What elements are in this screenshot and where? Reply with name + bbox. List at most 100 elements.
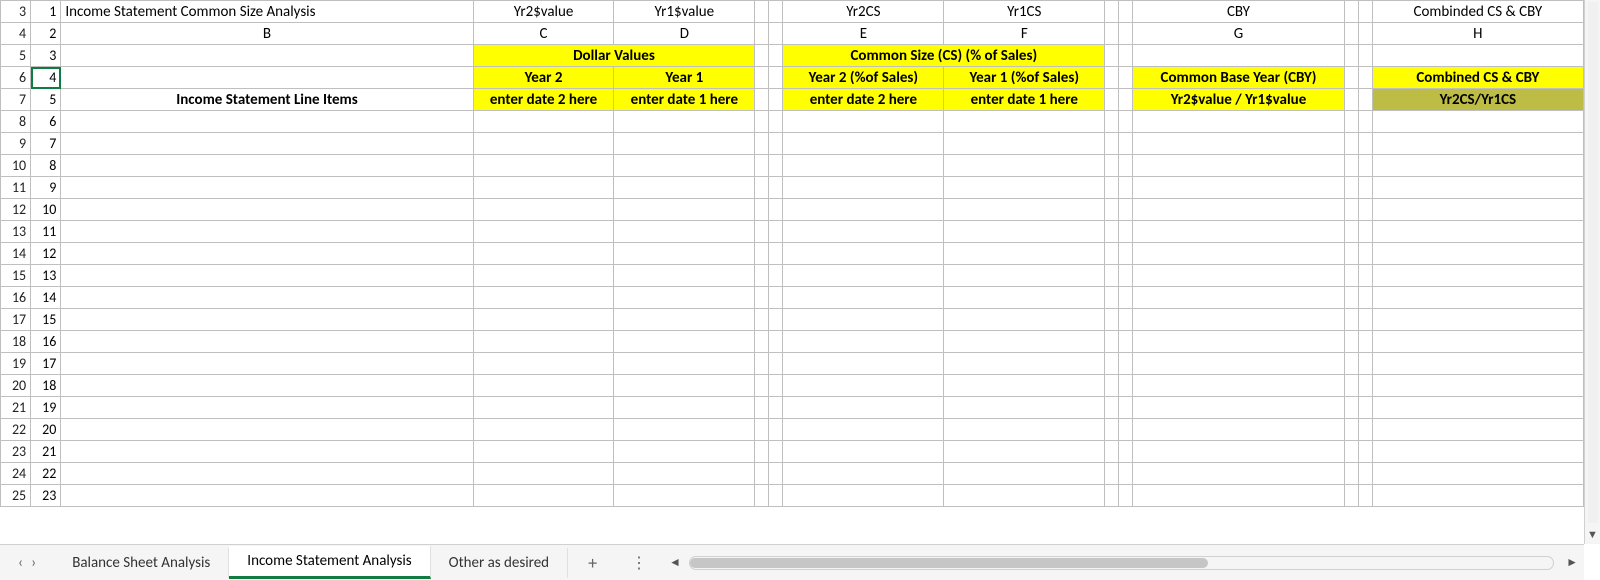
cell-gap6-3[interactable] [1358,1,1372,23]
row-header-6[interactable]: 6 [1,67,31,89]
vscroll-down-icon[interactable]: ▼ [1587,525,1598,544]
cell-gap2-4[interactable] [769,23,783,45]
cell-A5[interactable]: 3 [31,45,61,67]
cell-B7[interactable]: Income Statement Line Items [61,89,473,111]
cell-D6[interactable]: Year 1 [614,67,755,89]
tab-balance-sheet-analysis[interactable]: Balance Sheet Analysis [54,548,229,578]
cell-A23[interactable]: 21 [31,441,61,463]
row-header-5[interactable]: 5 [1,45,31,67]
cell-A20[interactable]: 18 [31,375,61,397]
row-header-8[interactable]: 8 [1,111,31,133]
cell-A9[interactable]: 7 [31,133,61,155]
cell-A15[interactable]: 13 [31,265,61,287]
cell-gap3-5[interactable] [1105,45,1119,67]
row-header-15[interactable]: 15 [1,265,31,287]
sheet-nav-next-icon[interactable]: › [31,554,36,572]
cell-F4[interactable]: F [944,23,1105,45]
row-header-12[interactable]: 12 [1,199,31,221]
cell-A14[interactable]: 12 [31,243,61,265]
cell-A17[interactable]: 15 [31,309,61,331]
cell-C7[interactable]: enter date 2 here [473,89,614,111]
cell-gap2-5[interactable] [769,45,783,67]
cell-gap4-4[interactable] [1119,23,1133,45]
cell-gap1-6[interactable] [755,67,769,89]
cell-gap6-5[interactable] [1358,45,1372,67]
cell-G5[interactable] [1133,45,1344,67]
horizontal-scrollbar[interactable] [689,556,1554,570]
cell-A4[interactable]: 2 [31,23,61,45]
row-header-3[interactable]: 3 [1,1,31,23]
cell-B8[interactable] [61,111,473,133]
cell-gap4-7[interactable] [1119,89,1133,111]
cell-A11[interactable]: 9 [31,177,61,199]
cell-gap4-3[interactable] [1119,1,1133,23]
cell-A7[interactable]: 5 [31,89,61,111]
row-header-24[interactable]: 24 [1,463,31,485]
cell-E8[interactable] [783,111,944,133]
cell-C4[interactable]: C [473,23,614,45]
row-header-11[interactable]: 11 [1,177,31,199]
cell-gap1-5[interactable] [755,45,769,67]
cell-H6[interactable]: Combined CS & CBY [1372,67,1583,89]
vertical-scrollbar[interactable]: ▼ [1584,0,1600,544]
cell-gap4-5[interactable] [1119,45,1133,67]
row-header-18[interactable]: 18 [1,331,31,353]
cell-E7[interactable]: enter date 2 here [783,89,944,111]
cell-gap2-6[interactable] [769,67,783,89]
cell-A18[interactable]: 16 [31,331,61,353]
cell-G4[interactable]: G [1133,23,1344,45]
cell-A16[interactable]: 14 [31,287,61,309]
cell-A12[interactable]: 10 [31,199,61,221]
spreadsheet-grid[interactable]: 3 1 Income Statement Common Size Analysi… [0,0,1584,544]
row-header-10[interactable]: 10 [1,155,31,177]
row-header-19[interactable]: 19 [1,353,31,375]
cell-H3[interactable]: Combinded CS & CBY [1372,1,1583,23]
cell-G6[interactable]: Common Base Year (CBY) [1133,67,1344,89]
cell-gap5-3[interactable] [1344,1,1358,23]
cell-gap1-7[interactable] [755,89,769,111]
row-header-21[interactable]: 21 [1,397,31,419]
row-header-25[interactable]: 25 [1,485,31,507]
vscroll-track[interactable] [1588,2,1598,523]
cell-A22[interactable]: 20 [31,419,61,441]
cell-CD5-merged[interactable]: Dollar Values [473,45,755,67]
cell-gap5-4[interactable] [1344,23,1358,45]
hscroll-left-icon[interactable]: ◄ [663,555,687,570]
cell-E6[interactable]: Year 2 (%of Sales) [783,67,944,89]
cell-D8[interactable] [614,111,755,133]
cell-A10[interactable]: 8 [31,155,61,177]
cell-D3[interactable]: Yr1$value [614,1,755,23]
cell-H5[interactable] [1372,45,1583,67]
row-header-13[interactable]: 13 [1,221,31,243]
cell-gap6-6[interactable] [1358,67,1372,89]
cell-EF5-merged[interactable]: Common Size (CS) (% of Sales) [783,45,1105,67]
row-header-22[interactable]: 22 [1,419,31,441]
row-header-9[interactable]: 9 [1,133,31,155]
cell-gap1-3[interactable] [755,1,769,23]
cell-C6[interactable]: Year 2 [473,67,614,89]
cell-F8[interactable] [944,111,1105,133]
row-header-20[interactable]: 20 [1,375,31,397]
cell-gap6-4[interactable] [1358,23,1372,45]
cell-gap1-4[interactable] [755,23,769,45]
cell-A8[interactable]: 6 [31,111,61,133]
cell-gap2-7[interactable] [769,89,783,111]
row-header-14[interactable]: 14 [1,243,31,265]
cell-G3[interactable]: CBY [1133,1,1344,23]
cell-B3[interactable]: Income Statement Common Size Analysis [61,1,473,23]
cell-F3[interactable]: Yr1CS [944,1,1105,23]
cell-gap5-6[interactable] [1344,67,1358,89]
cell-D7[interactable]: enter date 1 here [614,89,755,111]
cell-A13[interactable]: 11 [31,221,61,243]
row-header-7[interactable]: 7 [1,89,31,111]
row-header-17[interactable]: 17 [1,309,31,331]
cell-gap3-4[interactable] [1105,23,1119,45]
row-header-4[interactable]: 4 [1,23,31,45]
cell-B4[interactable]: B [61,23,473,45]
cell-B5[interactable] [61,45,473,67]
cell-H4[interactable]: H [1372,23,1583,45]
cell-H8[interactable] [1372,111,1583,133]
cell-G8[interactable] [1133,111,1344,133]
cell-gap5-7[interactable] [1344,89,1358,111]
cell-E4[interactable]: E [783,23,944,45]
